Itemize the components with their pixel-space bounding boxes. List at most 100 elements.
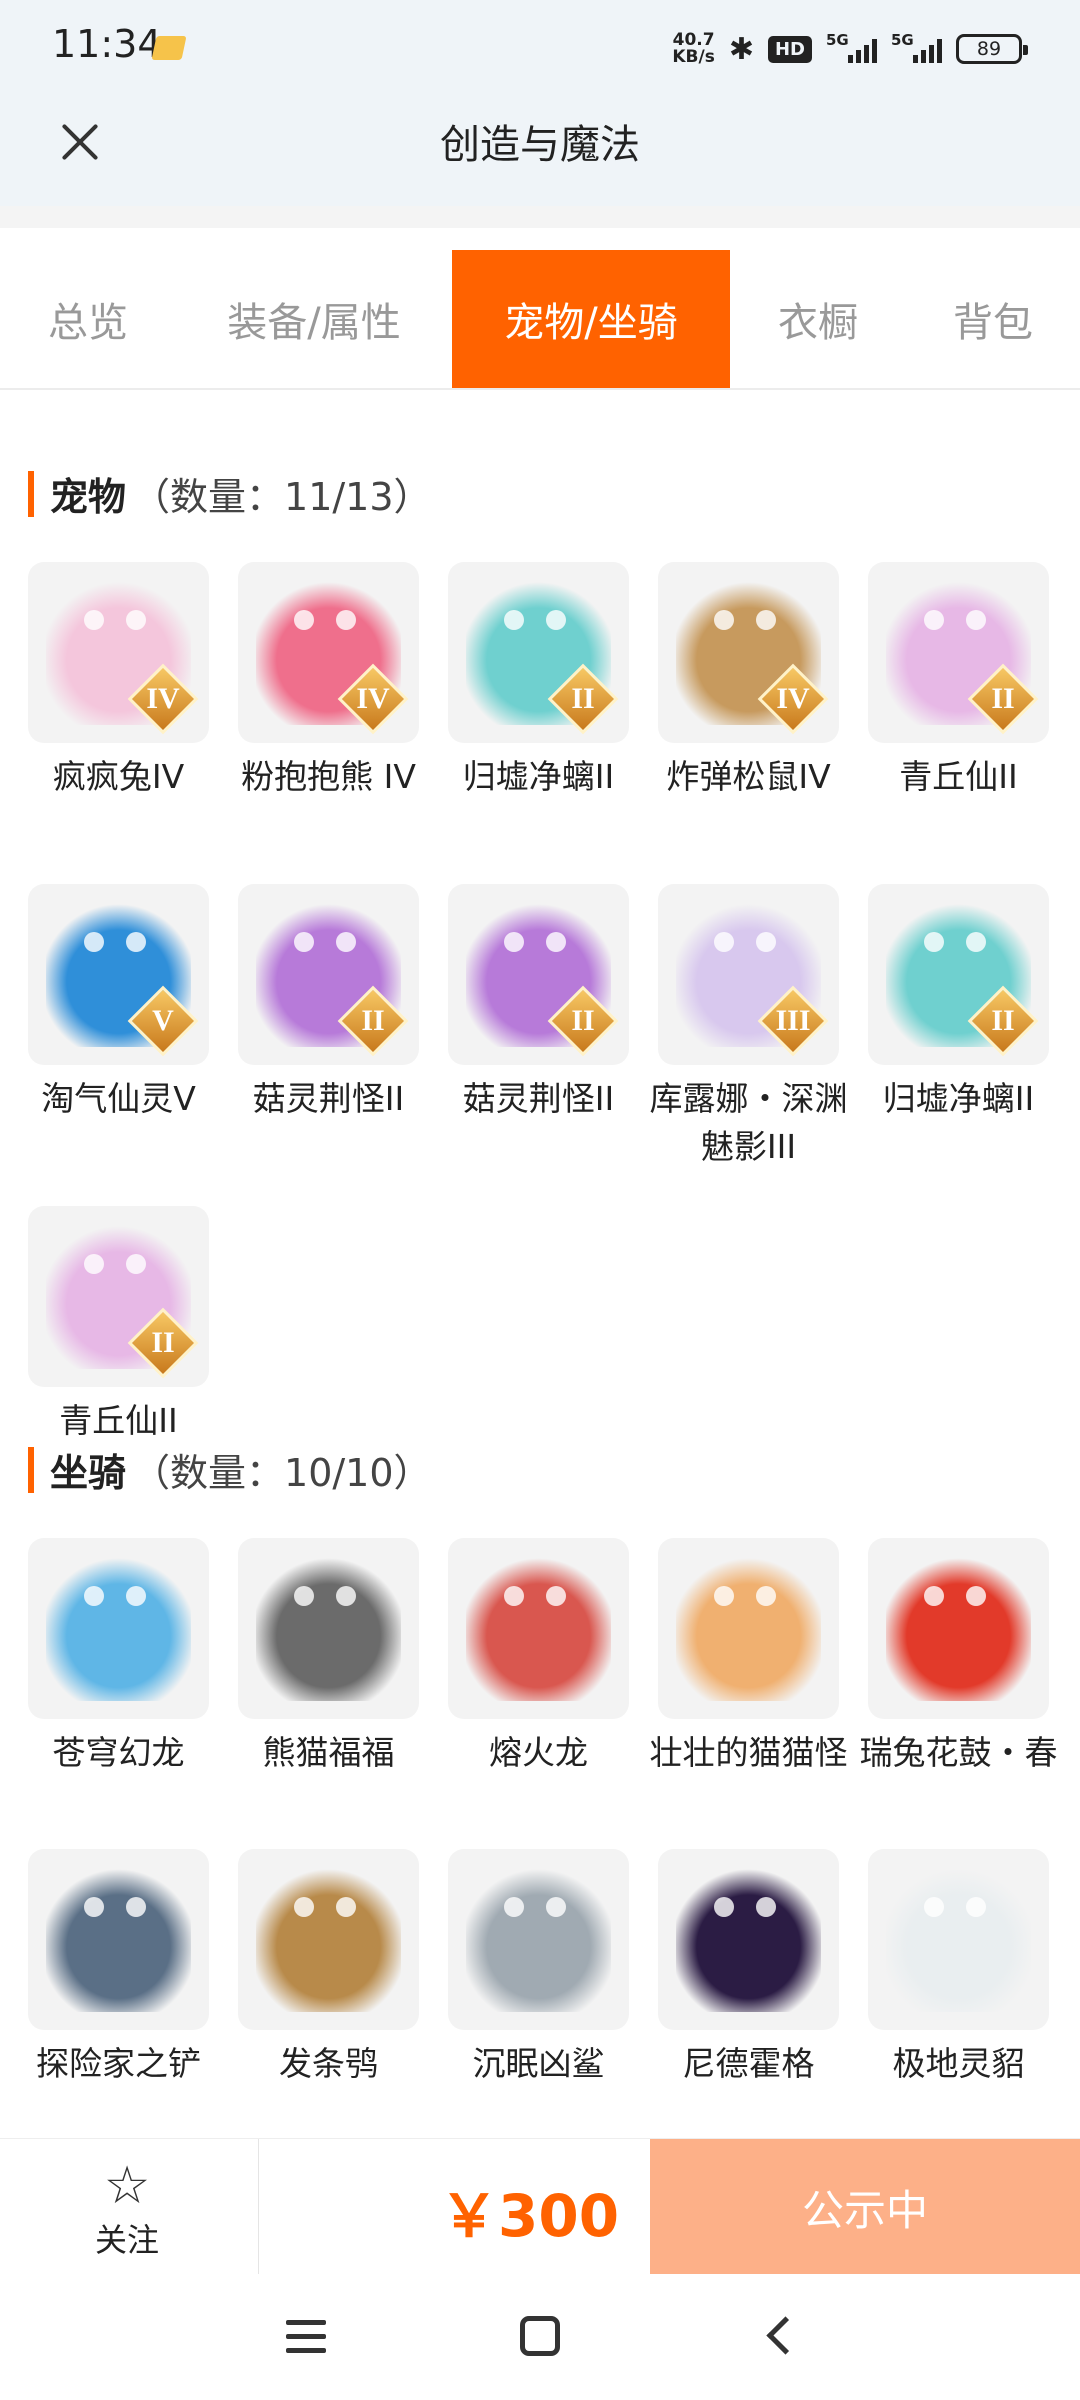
- item-name: 炸弹松鼠IV: [666, 757, 831, 796]
- item-thumbnail: II: [868, 884, 1049, 1065]
- price: ￥300: [440, 2182, 620, 2250]
- item-name: 尼德霍格: [682, 2044, 815, 2083]
- item-name: 疯疯兔IV: [52, 757, 185, 796]
- item-name: 菇灵荆怪II: [462, 1079, 615, 1118]
- mount-item[interactable]: 极地灵貂: [868, 1849, 1049, 2138]
- system-nav-bar: [0, 2274, 1080, 2400]
- item-name: 沉眠凶鲨: [472, 2044, 605, 2083]
- mount-item[interactable]: 壮壮的猫猫怪: [650, 1538, 848, 1827]
- tab-pets-mounts[interactable]: 宠物/坐骑: [452, 250, 730, 388]
- item-artwork: [676, 1556, 821, 1701]
- rank-badge: IV: [341, 667, 405, 731]
- tab-overview[interactable]: 总览: [0, 250, 176, 388]
- item-artwork: [46, 1556, 191, 1701]
- header: 创造与魔法: [0, 100, 1080, 206]
- mounts-section-title: 坐骑 （数量：10/10）: [28, 1442, 432, 1497]
- pet-item[interactable]: IV 粉抱抱熊 IV: [238, 562, 419, 872]
- rank-badge: V: [131, 989, 195, 1053]
- bottom-bar: ☆ 关注 ￥300 公示中: [0, 2138, 1080, 2275]
- mount-item[interactable]: 熔火龙: [448, 1538, 629, 1827]
- mount-item[interactable]: 苍穹幻龙: [28, 1538, 209, 1827]
- home-icon[interactable]: [520, 2316, 560, 2356]
- pet-item[interactable]: II 归墟净螭II: [448, 562, 629, 860]
- rank-badge: II: [971, 667, 1035, 731]
- item-thumbnail: [238, 1538, 419, 1719]
- page-title: 创造与魔法: [440, 122, 640, 168]
- item-artwork: [886, 1867, 1031, 2012]
- pet-item[interactable]: II 菇灵荆怪II: [238, 884, 419, 1182]
- item-thumbnail: [868, 1538, 1049, 1719]
- mount-item[interactable]: 瑞兔花鼓・春: [860, 1538, 1058, 1827]
- mount-item[interactable]: 尼德霍格: [658, 1849, 839, 2138]
- pet-item[interactable]: V 淘气仙灵V: [28, 884, 209, 1182]
- divider: [258, 2139, 259, 2275]
- item-thumbnail: [448, 1849, 629, 2030]
- section-name: 坐骑: [50, 1451, 127, 1495]
- item-thumbnail: [28, 1849, 209, 2030]
- notification-icon: [151, 36, 187, 60]
- item-artwork: [256, 1556, 401, 1701]
- item-artwork: [886, 1556, 1031, 1701]
- mount-item[interactable]: 沉眠凶鲨: [448, 1849, 629, 2138]
- rank-badge: IV: [131, 667, 195, 731]
- item-name: 库露娜・深渊魅影III: [649, 1079, 848, 1166]
- mount-item[interactable]: 熊猫福福: [238, 1538, 419, 1827]
- mount-item[interactable]: 发条鸮: [238, 1849, 419, 2138]
- follow-label: 关注: [94, 2221, 159, 2259]
- item-name: 淘气仙灵V: [41, 1079, 196, 1118]
- item-thumbnail: II: [238, 884, 419, 1065]
- item-thumbnail: II: [448, 884, 629, 1065]
- item-thumbnail: [868, 1849, 1049, 2030]
- section-count: （数量：10/10）: [132, 1451, 432, 1495]
- pet-item[interactable]: IV 炸弹松鼠IV: [658, 562, 839, 860]
- item-name: 探险家之铲: [36, 2044, 201, 2083]
- menu-icon[interactable]: [286, 2320, 326, 2354]
- item-name: 青丘仙II: [899, 757, 1018, 796]
- item-thumbnail: V: [28, 884, 209, 1065]
- item-thumbnail: IV: [658, 562, 839, 743]
- tab-wardrobe[interactable]: 衣橱: [730, 250, 906, 388]
- back-icon[interactable]: [760, 2318, 796, 2354]
- follow-button[interactable]: ☆ 关注: [60, 2159, 194, 2261]
- tab-bar: 总览 装备/属性 宠物/坐骑 衣橱 背包: [0, 250, 1080, 390]
- pet-item[interactable]: IV 疯疯兔IV: [28, 562, 209, 860]
- signal-icon-2: 5G: [891, 31, 942, 63]
- item-name: 熔火龙: [489, 1733, 588, 1772]
- item-name: 粉抱抱熊 IV: [241, 757, 416, 796]
- battery-icon: 89: [956, 34, 1028, 64]
- network-speed: 40.7 KB/s: [672, 30, 715, 67]
- item-artwork: [676, 1867, 821, 2012]
- item-name: 归墟净螭II: [882, 1079, 1035, 1118]
- item-artwork: [466, 1867, 611, 2012]
- item-name: 发条鸮: [279, 2044, 378, 2083]
- mount-item[interactable]: 探险家之铲: [28, 1849, 209, 2138]
- item-thumbnail: [658, 1849, 839, 2030]
- item-thumbnail: IV: [238, 562, 419, 743]
- bluetooth-icon: ✱: [728, 31, 754, 67]
- pets-section-title: 宠物 （数量：11/13）: [28, 466, 432, 521]
- section-name: 宠物: [50, 475, 127, 519]
- divider: [0, 206, 1080, 228]
- item-thumbnail: [658, 1538, 839, 1719]
- pet-item[interactable]: III 库露娜・深渊魅影III: [650, 884, 848, 1194]
- pet-item[interactable]: II 菇灵荆怪II: [448, 884, 629, 1182]
- item-artwork: [256, 1867, 401, 2012]
- star-icon: ☆: [103, 2156, 151, 2216]
- rank-badge: IV: [761, 667, 825, 731]
- public-status-button[interactable]: 公示中: [650, 2139, 1080, 2275]
- section-count: （数量：11/13）: [132, 475, 432, 519]
- item-name: 瑞兔花鼓・春: [859, 1733, 1058, 1772]
- pet-item[interactable]: II 归墟净螭II: [868, 884, 1049, 1182]
- tab-equipment[interactable]: 装备/属性: [176, 250, 452, 388]
- status-bar: 11:34 40.7 KB/s ✱ HD 5G 5G 89: [0, 0, 1080, 100]
- status-icons: 40.7 KB/s ✱ HD 5G 5G 89: [672, 26, 1028, 72]
- section-accent-bar: [28, 470, 34, 517]
- signal-icon-1: 5G: [826, 31, 877, 63]
- item-thumbnail: IV: [28, 562, 209, 743]
- item-artwork: [46, 1867, 191, 2012]
- item-name: 菇灵荆怪II: [252, 1079, 405, 1118]
- pet-item[interactable]: II 青丘仙II: [868, 562, 1049, 860]
- item-thumbnail: [238, 1849, 419, 2030]
- tab-backpack[interactable]: 背包: [906, 250, 1080, 388]
- rank-badge: II: [341, 989, 405, 1053]
